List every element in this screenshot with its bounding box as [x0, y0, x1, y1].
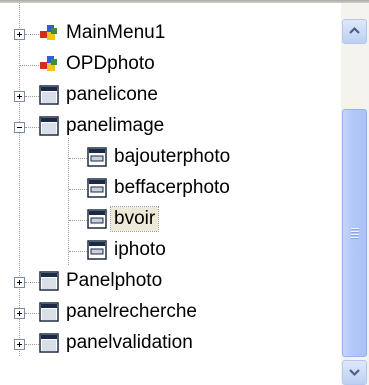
tree-line	[20, 65, 39, 67]
expand-icon[interactable]	[14, 339, 25, 350]
button-icon	[87, 240, 107, 260]
button-icon	[87, 178, 107, 198]
tree-item-label: panelicone	[66, 84, 158, 105]
thumb-grip	[351, 231, 359, 232]
tree-item-mainmenu1[interactable]: MainMenu1	[0, 19, 338, 49]
main-menu-icon	[40, 25, 57, 40]
vertical-scrollbar[interactable]	[341, 3, 369, 385]
tree-line	[25, 127, 39, 129]
tree-item-label: Panelphoto	[66, 270, 163, 291]
button-icon	[87, 147, 107, 167]
tree-item-label: bajouterphoto	[114, 146, 231, 167]
panel-icon	[39, 271, 59, 291]
component-tree[interactable]: MainMenu1 OPDphoto panelicone panelimage…	[0, 3, 338, 385]
expand-icon[interactable]	[14, 91, 25, 102]
tree-item-label: MainMenu1	[66, 22, 166, 43]
tree-line	[25, 96, 39, 98]
tree-item-opdphoto[interactable]: OPDphoto	[0, 50, 338, 80]
chevron-up-icon	[349, 26, 360, 34]
thumb-grip	[351, 237, 359, 238]
tree-item-iphoto[interactable]: iphoto	[0, 236, 338, 266]
tree-item-beffacerphoto[interactable]: beffacerphoto	[0, 174, 338, 204]
scroll-up-button[interactable]	[342, 19, 367, 44]
expand-icon[interactable]	[14, 277, 25, 288]
tree-item-panelvalidation[interactable]: panelvalidation	[0, 329, 338, 359]
panel-icon	[39, 85, 59, 105]
tree-item-panelimage[interactable]: panelimage	[0, 112, 338, 142]
tree-item-label: OPDphoto	[66, 53, 155, 74]
thumb-grip	[351, 228, 359, 229]
panel-icon	[39, 333, 59, 353]
expand-icon[interactable]	[14, 29, 25, 40]
tree-item-label: panelvalidation	[66, 332, 193, 353]
tree-line	[69, 220, 87, 222]
tree-item-label: iphoto	[114, 239, 166, 260]
tree-item-panelphoto[interactable]: Panelphoto	[0, 267, 338, 297]
thumb-grip	[351, 234, 359, 235]
tree-item-bvoir[interactable]: bvoir	[0, 205, 338, 235]
tree-line	[25, 344, 39, 346]
tree-line	[25, 282, 39, 284]
component-tree-window: MainMenu1 OPDphoto panelicone panelimage…	[0, 0, 369, 385]
tree-item-label: panelrecherche	[66, 301, 197, 322]
collapse-icon[interactable]	[14, 122, 25, 133]
button-icon	[87, 209, 107, 229]
tree-line	[69, 158, 87, 160]
tree-item-bajouterphoto[interactable]: bajouterphoto	[0, 143, 338, 173]
panel-icon	[39, 302, 59, 322]
tree-line	[69, 189, 87, 191]
tree-item-panelicone[interactable]: panelicone	[0, 81, 338, 111]
tree-item-panelrecherche[interactable]: panelrecherche	[0, 298, 338, 328]
tree-line	[25, 34, 39, 36]
tree-item-label: beffacerphoto	[114, 177, 230, 198]
expand-icon[interactable]	[14, 308, 25, 319]
tree-line	[69, 251, 87, 253]
tree-item-label-selected: bvoir	[109, 206, 160, 232]
scroll-thumb[interactable]	[342, 109, 367, 357]
tree-line	[25, 313, 39, 315]
tree-item-label: panelimage	[66, 115, 165, 136]
chevron-down-icon	[349, 369, 360, 377]
dialog-component-icon	[40, 56, 57, 71]
panel-icon	[39, 116, 59, 136]
scroll-down-button[interactable]	[342, 360, 367, 385]
